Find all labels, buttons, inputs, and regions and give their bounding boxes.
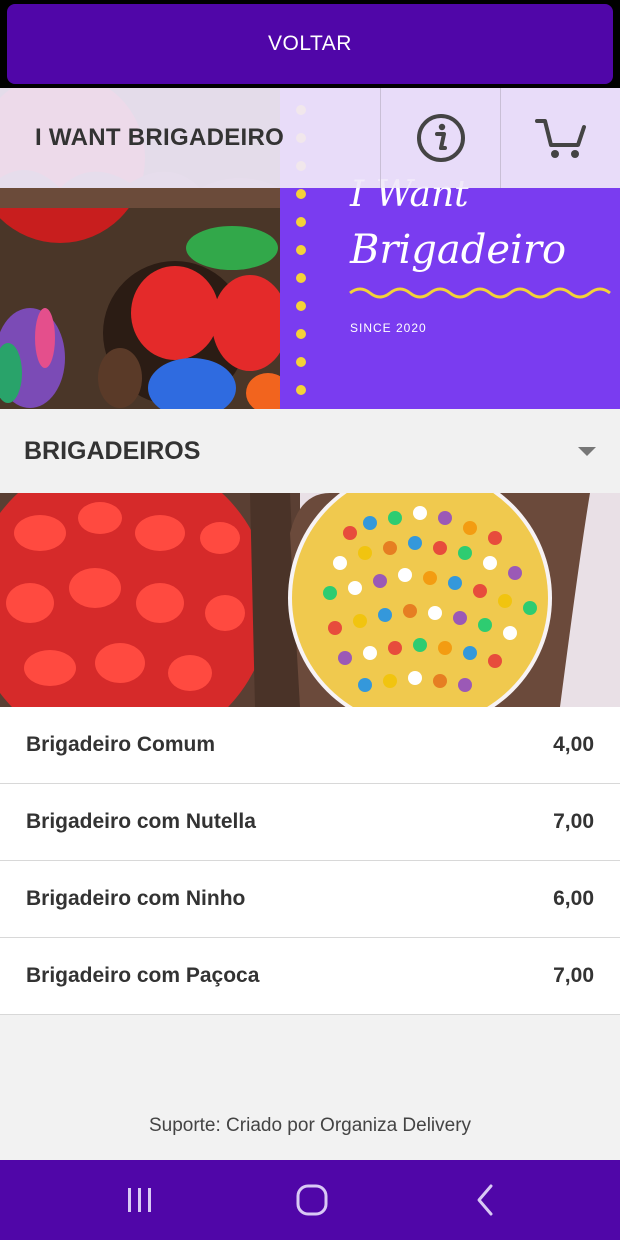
product-item[interactable]: Brigadeiro com Ninho 6,00: [0, 861, 620, 938]
back-button[interactable]: VOLTAR: [7, 4, 613, 84]
product-item[interactable]: Brigadeiro com Paçoca 7,00: [0, 938, 620, 1015]
product-list: Brigadeiro Comum 4,00 Brigadeiro com Nut…: [0, 707, 620, 1015]
product-name: Brigadeiro com Paçoca: [26, 964, 260, 987]
support-text[interactable]: Suporte: Criado por Organiza Delivery: [0, 1115, 620, 1137]
product-name: Brigadeiro com Nutella: [26, 810, 256, 833]
product-item[interactable]: Brigadeiro Comum 4,00: [0, 707, 620, 784]
cart-icon: [534, 119, 586, 158]
logo-line2: Brigadeiro: [349, 227, 566, 273]
home-icon: [296, 1184, 328, 1216]
home-button[interactable]: [262, 1160, 362, 1240]
product-price: 4,00: [553, 733, 594, 756]
recent-apps-button[interactable]: [90, 1160, 190, 1240]
since-label: SINCE 2020: [350, 321, 427, 335]
info-icon: [416, 114, 465, 162]
category-title: BRIGADEIROS: [24, 436, 201, 465]
product-price: 6,00: [553, 887, 594, 910]
product-name: Brigadeiro Comum: [26, 733, 216, 756]
category-image: [0, 493, 620, 707]
product-price: 7,00: [553, 810, 594, 833]
product-name: Brigadeiro com Ninho: [26, 887, 246, 910]
store-name: I WANT BRIGADEIRO: [35, 124, 285, 151]
product-price: 7,00: [553, 964, 594, 987]
top-bar: VOLTAR: [0, 0, 620, 88]
product-item[interactable]: Brigadeiro com Nutella 7,00: [0, 784, 620, 861]
info-button[interactable]: [380, 88, 500, 188]
chevron-down-icon: [578, 447, 596, 456]
cart-button[interactable]: [500, 88, 620, 188]
back-nav-button[interactable]: [436, 1160, 536, 1240]
back-icon: [477, 1184, 493, 1216]
category-header[interactable]: BRIGADEIROS: [0, 409, 620, 493]
recent-apps-icon: [128, 1188, 151, 1212]
system-nav-bar: [0, 1160, 620, 1240]
